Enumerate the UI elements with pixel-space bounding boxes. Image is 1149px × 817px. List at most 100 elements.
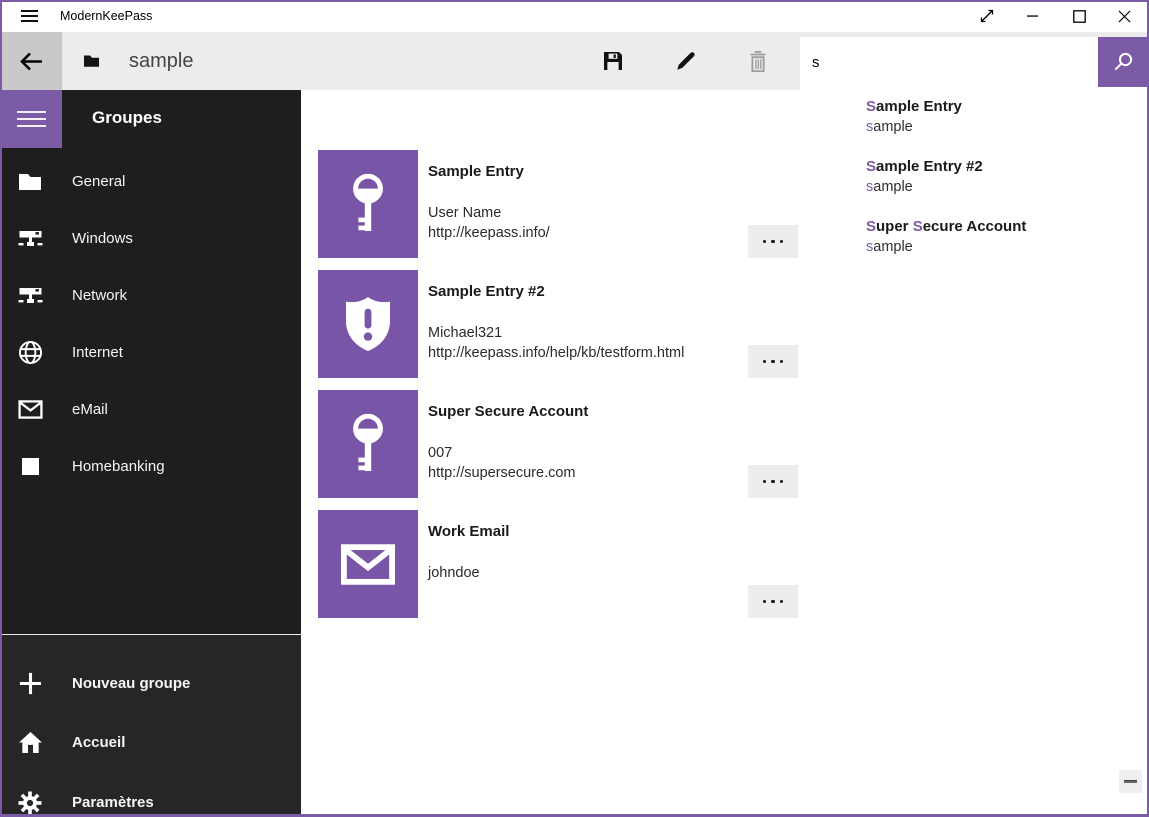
suggestion-subtitle: sample: [866, 177, 1136, 197]
new-group-button[interactable]: Nouveau groupe: [0, 655, 301, 712]
save-icon: [603, 51, 623, 71]
settings-button[interactable]: Paramètres: [0, 774, 301, 817]
key-icon: [345, 172, 391, 236]
edit-pencil-icon: [675, 50, 697, 72]
entry-details: johndoe: [428, 563, 480, 583]
hamburger-icon: [21, 6, 38, 25]
suggestion-subtitle: sample: [866, 117, 1136, 137]
home-button[interactable]: Accueil: [0, 714, 301, 771]
search-icon: [1112, 51, 1134, 73]
more-button[interactable]: [748, 225, 798, 258]
sidebar-item-label: Accueil: [72, 734, 125, 751]
back-arrow-icon: [19, 51, 44, 72]
app-window: ModernKeePass sample: [0, 0, 1149, 817]
back-button[interactable]: [0, 32, 62, 90]
delete-trash-icon: [749, 51, 767, 72]
more-button[interactable]: [748, 465, 798, 498]
entry-tile: [318, 510, 418, 618]
titlebar: ModernKeePass: [0, 0, 1149, 32]
sidebar-item-homebanking[interactable]: Homebanking: [0, 438, 301, 495]
sidebar-item-label: Paramètres: [72, 794, 154, 811]
maximize-button[interactable]: [1056, 0, 1102, 32]
appbar: sample: [0, 32, 1149, 90]
globe-icon: [17, 340, 43, 365]
entry-details: User Name http://keepass.info/: [428, 203, 550, 243]
sidebar-item-internet[interactable]: Internet: [0, 324, 301, 381]
search-box: [800, 37, 1098, 87]
search-button[interactable]: [1098, 37, 1147, 87]
hamburger-icon: [17, 106, 46, 131]
minus-icon: [1124, 780, 1137, 783]
sidebar-item-label: General: [72, 173, 125, 190]
maximize-icon: [1073, 10, 1086, 23]
suggestion-sample-entry[interactable]: Sample Entry sample: [866, 97, 1136, 149]
sidebar-item-label: Internet: [72, 344, 123, 361]
suggestion-super-secure-account[interactable]: Super Secure Account sample: [866, 217, 1136, 269]
sidebar-footer: Nouveau groupe Accueil: [0, 634, 301, 815]
delete-button[interactable]: [734, 32, 782, 90]
more-button[interactable]: [748, 345, 798, 378]
sidebar-item-general[interactable]: General: [0, 153, 301, 210]
entry-title: Sample Entry: [428, 163, 524, 180]
sidebar-hamburger-button[interactable]: [0, 90, 62, 148]
suggestion-title: Sample Entry #2: [866, 157, 1136, 177]
key-icon: [345, 412, 391, 476]
entry-row-work-email[interactable]: Work Email johndoe: [318, 510, 798, 618]
save-button[interactable]: [589, 32, 637, 90]
network-icon: [17, 286, 43, 306]
entry-url: http://keepass.info/help/kb/testform.htm…: [428, 343, 684, 363]
suggestion-title: Super Secure Account: [866, 217, 1136, 237]
sidebar-item-label: Nouveau groupe: [72, 675, 190, 692]
fullscreen-button[interactable]: [964, 0, 1010, 32]
database-title: sample: [129, 32, 193, 90]
sidebar-item-label: Homebanking: [72, 458, 165, 475]
entry-url: http://keepass.info/: [428, 223, 550, 243]
entry-row-sample-entry-2[interactable]: Sample Entry #2 Michael321 http://keepas…: [318, 270, 798, 378]
entry-username: johndoe: [428, 563, 480, 583]
entry-details: 007 http://supersecure.com: [428, 443, 576, 483]
sidebar-item-label: Network: [72, 287, 127, 304]
entry-row-super-secure-account[interactable]: Super Secure Account 007 http://supersec…: [318, 390, 798, 498]
sidebar: Groupes General Windows: [0, 90, 301, 815]
entry-title: Super Secure Account: [428, 403, 588, 420]
suggestion-subtitle: sample: [866, 237, 1136, 257]
sidebar-item-network[interactable]: Network: [0, 267, 301, 324]
square-icon: [17, 458, 43, 475]
plus-icon: [17, 671, 43, 696]
zoom-out-button[interactable]: [1119, 770, 1142, 793]
app-title: ModernKeePass: [60, 0, 152, 32]
folder-icon: [17, 172, 43, 191]
home-icon: [17, 731, 43, 754]
search-suggestions: Sample Entry sample Sample Entry #2 samp…: [800, 87, 1147, 282]
sidebar-item-windows[interactable]: Windows: [0, 210, 301, 267]
edit-button[interactable]: [662, 32, 710, 90]
more-button[interactable]: [748, 585, 798, 618]
minimize-button[interactable]: [1010, 0, 1056, 32]
envelope-icon: [341, 544, 395, 585]
entry-username: 007: [428, 443, 576, 463]
close-button[interactable]: [1101, 0, 1147, 32]
entry-username: User Name: [428, 203, 550, 223]
entry-details: Michael321 http://keepass.info/help/kb/t…: [428, 323, 684, 363]
entry-title: Sample Entry #2: [428, 283, 545, 300]
entry-row-sample-entry[interactable]: Sample Entry User Name http://keepass.in…: [318, 150, 798, 258]
groups-header: Groupes: [92, 108, 162, 128]
entry-username: Michael321: [428, 323, 684, 343]
envelope-icon: [17, 400, 43, 419]
titlebar-hamburger-icon[interactable]: [8, 0, 50, 32]
entry-title: Work Email: [428, 523, 509, 540]
fullscreen-icon: [979, 8, 995, 24]
minimize-icon: [1027, 10, 1039, 22]
entry-tile: [318, 270, 418, 378]
search-input[interactable]: [800, 37, 1098, 87]
database-folder-icon: [83, 54, 100, 73]
entry-tile: [318, 390, 418, 498]
suggestion-sample-entry-2[interactable]: Sample Entry #2 sample: [866, 157, 1136, 209]
close-icon: [1118, 10, 1131, 23]
sidebar-item-email[interactable]: eMail: [0, 381, 301, 438]
shield-exclamation-icon: [342, 295, 394, 353]
gear-icon: [17, 791, 43, 815]
sidebar-item-label: eMail: [72, 401, 108, 418]
suggestion-title: Sample Entry: [866, 97, 1136, 117]
network-icon: [17, 229, 43, 249]
